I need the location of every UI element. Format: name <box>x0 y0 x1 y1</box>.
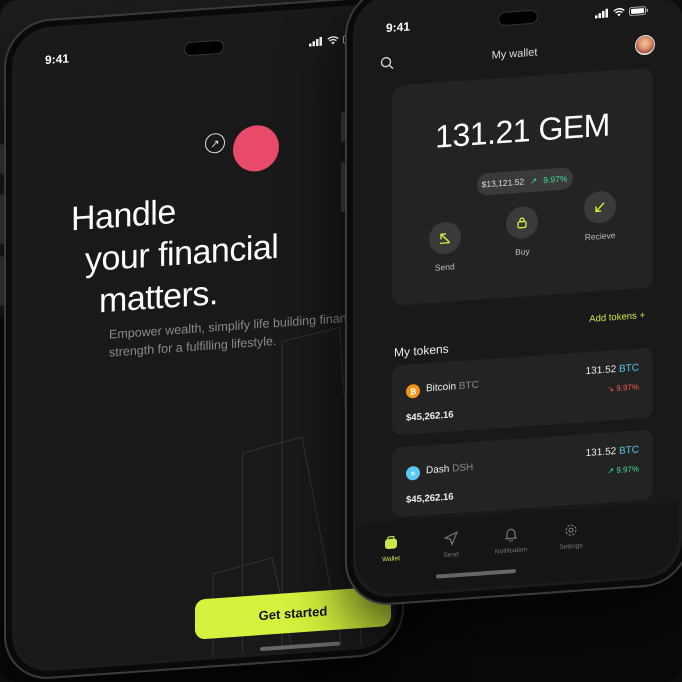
add-tokens-label: Add tokens <box>589 310 637 325</box>
token-amount-symbol: BTC <box>619 362 639 375</box>
wallet-actions: Send Buy Recieve <box>392 190 653 275</box>
token-amount: 131.52 BTC <box>586 362 639 377</box>
add-tokens-button[interactable]: Add tokens + <box>589 310 645 325</box>
gear-icon <box>565 524 577 536</box>
volume-button <box>0 144 4 175</box>
lock-icon <box>506 205 539 240</box>
avatar[interactable] <box>635 34 655 56</box>
send-action-button[interactable]: Send <box>428 220 461 273</box>
tab-label: Settings <box>559 542 583 552</box>
token-symbol: DSH <box>452 462 474 475</box>
buy-action-button[interactable]: Buy <box>506 205 539 267</box>
tab-send[interactable]: Send <box>426 530 476 560</box>
token-usd: $45,262.16 <box>406 491 454 506</box>
action-label: Recieve <box>584 230 616 243</box>
tab-wallet[interactable]: Wallet <box>366 534 416 564</box>
dynamic-island <box>497 9 538 27</box>
arrow-up-left-icon <box>428 220 461 256</box>
volume-button <box>0 194 4 245</box>
action-label: Send <box>434 261 455 273</box>
hero-title: Handle your financial matters. <box>71 184 278 324</box>
send-icon <box>444 531 458 547</box>
token-usd: $45,262.16 <box>406 409 454 424</box>
wifi-icon <box>327 35 339 44</box>
dash-icon: ≡ <box>406 465 420 481</box>
my-tokens-heading: My tokens <box>394 341 449 360</box>
bell-icon <box>504 528 518 542</box>
tab-label: Wallet <box>382 555 400 564</box>
volume-button <box>341 162 345 213</box>
plus-icon: + <box>639 310 645 322</box>
tab-label: Notification <box>494 546 528 556</box>
volume-button <box>0 256 4 307</box>
balance-change: 9.97% <box>543 173 568 186</box>
status-time: 9:41 <box>45 51 70 68</box>
phone-left: 9:41 ↗ Handle your financial matters. Em… <box>0 0 404 682</box>
wifi-icon <box>613 7 625 16</box>
pink-accent-dot <box>233 123 279 173</box>
tab-settings[interactable]: Settings <box>546 521 596 551</box>
onboarding-screen: 9:41 ↗ Handle your financial matters. Em… <box>15 5 393 671</box>
balance-pill: $13,121.52 ↗ 9.97% <box>476 167 573 196</box>
balance-card: 131.21 GEM $13,121.52 ↗ 9.97% Send Buy R… <box>392 67 653 306</box>
receive-action-button[interactable]: Recieve <box>584 190 617 262</box>
token-card-bitcoin[interactable]: ₿ Bitcoin BTC 131.52 BTC ↘ 9.97% $45,262… <box>392 347 653 436</box>
dynamic-island <box>184 39 224 57</box>
arrow-up-right-icon[interactable]: ↗ <box>205 132 225 154</box>
volume-button <box>341 112 345 143</box>
bitcoin-icon: ₿ <box>406 383 420 399</box>
token-name-text: Dash <box>426 463 450 477</box>
scene: 9:41 ↗ Handle your financial matters. Em… <box>0 0 682 682</box>
balance-usd: $13,121.52 <box>481 176 525 190</box>
action-label: Buy <box>515 246 530 258</box>
phone-right: 9:41 My wallet 131.21 GEM $13,121.52 ↗ 9… <box>341 0 682 609</box>
token-name: Dash DSH <box>426 462 473 476</box>
search-icon[interactable] <box>380 56 394 71</box>
tab-label: Send <box>443 551 459 560</box>
signal-icon <box>309 36 322 47</box>
home-indicator <box>260 641 340 652</box>
arrow-down-left-icon <box>584 190 617 225</box>
status-time: 9:41 <box>386 19 411 36</box>
trend-up-icon: ↗ <box>530 175 538 186</box>
balance-amount: 131.21 GEM <box>435 106 610 155</box>
home-indicator <box>436 569 516 579</box>
token-change: ↗ 9.97% <box>607 464 639 475</box>
wallet-icon <box>385 536 397 550</box>
wallet-screen: 9:41 My wallet 131.21 GEM $13,121.52 ↗ 9… <box>356 0 679 597</box>
tab-notification[interactable]: Notification <box>486 526 536 556</box>
token-amount: 131.52 BTC <box>586 444 639 459</box>
token-card-dash[interactable]: ≡ Dash DSH 131.52 BTC ↗ 9.97% $45,262.16 <box>392 429 653 518</box>
status-icons <box>595 5 649 19</box>
token-change-value: 9.97% <box>616 382 639 394</box>
token-change-value: 9.97% <box>616 464 639 476</box>
token-change: ↘ 9.97% <box>607 382 639 393</box>
token-symbol: BTC <box>458 379 479 393</box>
token-amount-value: 131.52 <box>585 364 617 378</box>
token-amount-symbol: BTC <box>619 444 639 457</box>
trend-up-icon: ↗ <box>607 466 615 476</box>
token-name-text: Bitcoin <box>426 381 457 395</box>
token-amount-value: 131.52 <box>585 446 617 460</box>
signal-icon <box>595 8 608 19</box>
token-name: Bitcoin BTC <box>426 380 479 395</box>
page-title: My wallet <box>491 46 538 62</box>
trend-down-icon: ↘ <box>607 384 615 394</box>
battery-icon <box>629 5 648 16</box>
